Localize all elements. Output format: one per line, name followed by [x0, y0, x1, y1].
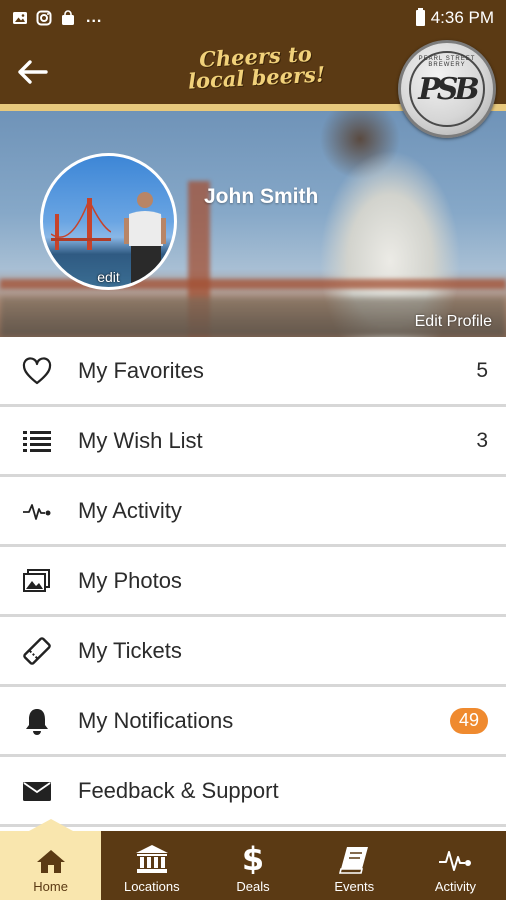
gallery-icon	[13, 12, 27, 24]
tagline-line-2: local beers!	[187, 61, 326, 94]
battery-icon	[415, 8, 425, 26]
menu-item-photos[interactable]: My Photos	[0, 547, 506, 617]
nav-tab-activity[interactable]: Activity	[405, 831, 506, 900]
menu-item-tickets[interactable]: My Tickets	[0, 617, 506, 687]
nav-label: Activity	[434, 879, 476, 894]
menu-item-wish-list[interactable]: My Wish List 3	[0, 407, 506, 477]
profile-cover: edit John Smith Edit Profile	[0, 111, 506, 337]
menu-label: My Favorites	[78, 357, 204, 383]
screen: ... 4:36 PM Cheers to local beers! PEARL…	[0, 0, 506, 900]
menu-label: My Activity	[78, 497, 182, 523]
book-icon	[339, 847, 369, 874]
nav-label: Home	[33, 879, 68, 894]
brewery-logo: PEARL STREET BREWERY PSB	[398, 40, 496, 138]
nav-tab-events[interactable]: Events	[304, 831, 405, 900]
menu-label: My Photos	[78, 567, 182, 593]
nav-tab-deals[interactable]: $ Deals	[202, 831, 303, 900]
shopping-bag-icon	[62, 10, 74, 25]
menu-label: Feedback & Support	[78, 777, 279, 803]
status-time: 4:36 PM	[430, 8, 494, 27]
nav-tab-home[interactable]: Home	[0, 819, 102, 900]
edit-profile-link[interactable]: Edit Profile	[415, 313, 492, 331]
dollar-icon: $	[242, 842, 264, 874]
menu-label: My Tickets	[78, 637, 182, 663]
profile-menu: My Favorites 5 My Wish List 3 My Activit…	[0, 337, 506, 827]
instagram-icon	[36, 10, 52, 26]
profile-name: John Smith	[204, 185, 319, 208]
logo-monogram: PSB	[418, 71, 480, 107]
status-more: ...	[86, 9, 103, 26]
nav-label: Events	[334, 879, 375, 894]
back-arrow-icon[interactable]	[16, 58, 52, 86]
heart-icon	[22, 356, 52, 386]
menu-item-activity[interactable]: My Activity	[0, 477, 506, 547]
avatar-edit-label[interactable]: edit	[43, 269, 174, 285]
notification-badge: 49	[450, 707, 488, 734]
svg-text:$: $	[242, 842, 264, 874]
photos-icon	[22, 566, 52, 596]
menu-item-feedback[interactable]: Feedback & Support	[0, 757, 506, 827]
nav-label: Locations	[123, 879, 180, 894]
menu-label: My Notifications	[78, 707, 234, 733]
logo-inner-ring: PEARL STREET BREWERY PSB	[409, 51, 485, 127]
logo-ring-text: PEARL STREET BREWERY	[418, 56, 476, 68]
bell-icon	[22, 706, 52, 736]
nav-label: Deals	[236, 879, 270, 894]
pulse-icon	[22, 496, 52, 526]
avatar[interactable]: edit	[40, 153, 177, 290]
wish-list-count: 3	[476, 428, 488, 452]
status-left: ...	[12, 9, 102, 27]
bottom-nav: Home Locations $ Deals Events Activity	[0, 819, 506, 900]
status-right: 4:36 PM	[415, 8, 494, 28]
nav-tab-locations[interactable]: Locations	[101, 831, 202, 900]
envelope-icon	[22, 776, 52, 806]
menu-item-notifications[interactable]: My Notifications 49	[0, 687, 506, 757]
status-bar: ... 4:36 PM	[0, 0, 506, 36]
home-icon	[36, 850, 65, 873]
bank-icon	[135, 845, 168, 873]
favorites-count: 5	[476, 358, 488, 382]
pulse-icon	[439, 851, 472, 871]
menu-label: My Wish List	[78, 427, 203, 453]
list-icon	[22, 426, 52, 456]
ticket-icon	[22, 636, 52, 666]
tagline: Cheers to local beers!	[175, 41, 337, 94]
menu-item-favorites[interactable]: My Favorites 5	[0, 337, 506, 407]
avatar-bridge	[51, 198, 111, 250]
